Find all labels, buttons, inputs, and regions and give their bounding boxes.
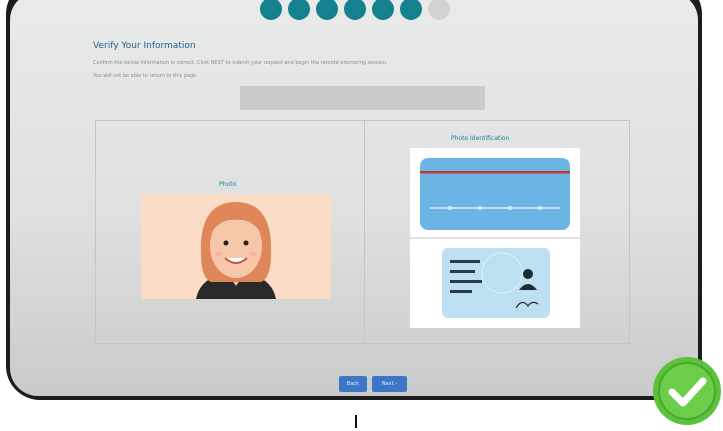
- photo-frame: Verify Your Information Confirm the belo…: [0, 0, 723, 428]
- step-dot: [316, 0, 338, 20]
- step-dot-pending: [428, 0, 450, 20]
- screen: Verify Your Information Confirm the belo…: [10, 0, 698, 396]
- back-button[interactable]: Back: [339, 376, 367, 392]
- panel-divider: [364, 120, 365, 344]
- warning-text: You will not be able to return to this p…: [93, 73, 198, 79]
- photo-label: Photo: [219, 181, 237, 188]
- instruction-text: Confirm the below information is correct…: [93, 60, 388, 66]
- progress-stepper: [260, 0, 450, 20]
- step-dot: [260, 0, 282, 20]
- candidate-photo: [141, 194, 331, 299]
- photo-id-label: Photo Identification: [451, 135, 510, 142]
- step-dot: [372, 0, 394, 20]
- cursor-marker: [355, 415, 357, 428]
- candidate-name-field: [240, 86, 485, 110]
- id-card-illustration: [410, 148, 580, 328]
- step-dot: [400, 0, 422, 20]
- step-dot: [344, 0, 366, 20]
- page-title: Verify Your Information: [93, 41, 196, 51]
- next-button[interactable]: Next ›: [372, 376, 407, 392]
- portrait-illustration: [141, 194, 331, 299]
- step-dot: [288, 0, 310, 20]
- photo-id-card: [410, 148, 580, 328]
- checkmark-badge-icon: [651, 355, 723, 427]
